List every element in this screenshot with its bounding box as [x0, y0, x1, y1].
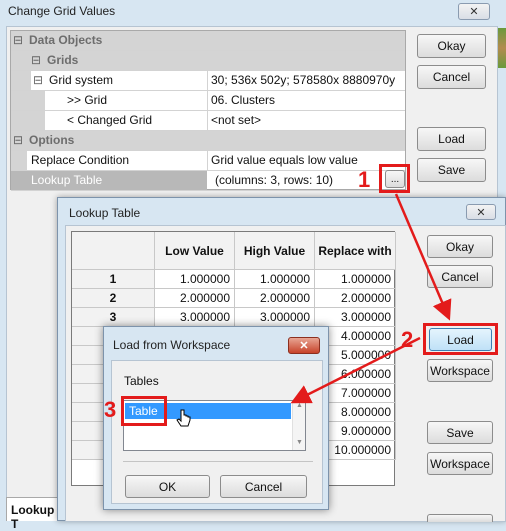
annotation-arrow-1: [394, 193, 452, 321]
annotation-arrows: [290, 193, 452, 404]
annotation-arrow-2: [290, 336, 421, 404]
